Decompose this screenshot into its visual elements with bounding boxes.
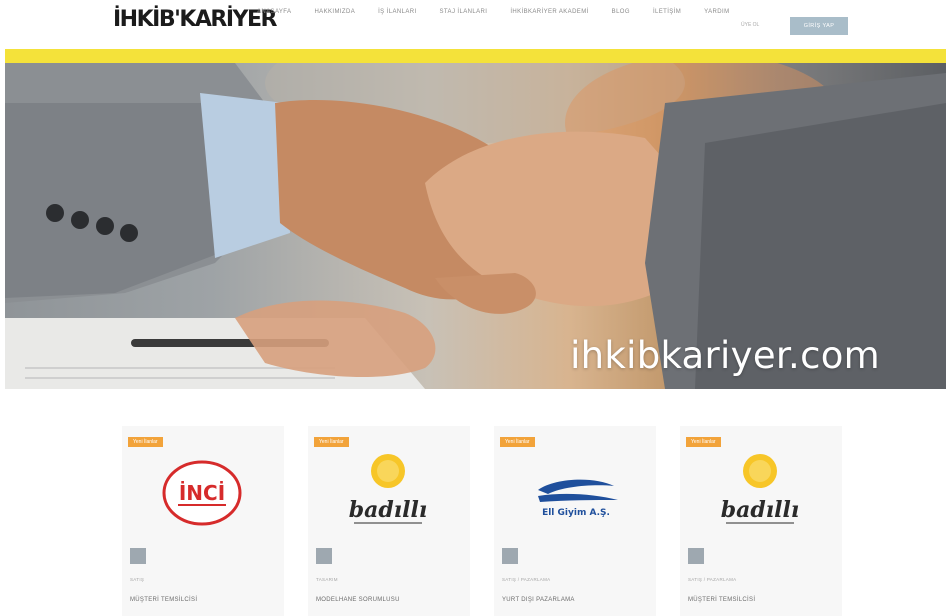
login-button[interactable]: GİRİŞ YAP bbox=[790, 17, 848, 35]
job-card[interactable]: Yeni İlanlar Ell Giyim A.Ş. SATIŞ / PAZA… bbox=[494, 426, 656, 616]
nav-item-jobs[interactable]: İŞ İLANLARI bbox=[378, 9, 416, 15]
company-logo-ell: Ell Giyim A.Ş. bbox=[538, 479, 618, 518]
job-title[interactable]: MÜŞTERİ TEMSİLCİSİ bbox=[130, 597, 197, 603]
category-square-icon bbox=[688, 548, 704, 564]
category-square-icon bbox=[316, 548, 332, 564]
nav-item-about[interactable]: HAKKIMIZDA bbox=[314, 9, 355, 15]
new-listing-badge: Yeni İlanlar bbox=[128, 437, 163, 447]
job-title[interactable]: YURT DIŞI PAZARLAMA bbox=[502, 597, 575, 603]
new-listing-badge: Yeni İlanlar bbox=[500, 437, 535, 447]
job-category: SATIŞ bbox=[130, 577, 145, 582]
job-card[interactable]: Yeni İlanlar badıllı TASARIM MODELHANE S… bbox=[308, 426, 470, 616]
company-logo-badilli: badıllı bbox=[349, 454, 427, 524]
category-square-icon bbox=[502, 548, 518, 564]
hero-caption: ihkibkariyer.com bbox=[570, 334, 880, 377]
job-card[interactable]: Yeni İlanlar İNCİ SATIŞ MÜŞTERİ TEMSİLCİ… bbox=[122, 426, 284, 616]
main-nav: ANASAYFA HAKKIMIZDA İŞ İLANLARI STAJ İLA… bbox=[257, 9, 729, 15]
job-category: SATIŞ / PAZARLAMA bbox=[688, 577, 737, 582]
site-header: İHKİB'KARİYER ANASAYFA HAKKIMIZDA İŞ İLA… bbox=[0, 0, 951, 46]
register-link[interactable]: ÜYE OL bbox=[741, 22, 759, 28]
new-listing-badge: Yeni İlanlar bbox=[314, 437, 349, 447]
accent-bar bbox=[5, 49, 946, 63]
nav-item-home[interactable]: ANASAYFA bbox=[257, 9, 291, 15]
nav-item-internships[interactable]: STAJ İLANLARI bbox=[440, 9, 488, 15]
job-card[interactable]: Yeni İlanlar badıllı SATIŞ / PAZARLAMA M… bbox=[680, 426, 842, 616]
nav-item-blog[interactable]: BLOG bbox=[612, 9, 630, 15]
job-category: SATIŞ / PAZARLAMA bbox=[502, 577, 551, 582]
new-listing-badge: Yeni İlanlar bbox=[686, 437, 721, 447]
job-category: TASARIM bbox=[316, 577, 338, 582]
company-logo-text: badıllı bbox=[349, 497, 427, 523]
job-title[interactable]: MODELHANE SORUMLUSU bbox=[316, 597, 400, 603]
hero-banner: ihkibkariyer.com bbox=[5, 63, 946, 389]
nav-item-help[interactable]: YARDIM bbox=[704, 9, 729, 15]
company-logo-inci: İNCİ bbox=[162, 460, 242, 526]
job-listings: Yeni İlanlar İNCİ SATIŞ MÜŞTERİ TEMSİLCİ… bbox=[122, 426, 842, 616]
company-logo-text: badıllı bbox=[721, 497, 799, 523]
category-square-icon bbox=[130, 548, 146, 564]
company-logo-text: İNCİ bbox=[179, 481, 225, 505]
company-logo-text: Ell Giyim A.Ş. bbox=[542, 508, 610, 518]
company-logo-badilli: badıllı bbox=[721, 454, 799, 524]
nav-item-academy[interactable]: İHKİBKARİYER AKADEMİ bbox=[510, 9, 588, 15]
job-title[interactable]: MÜŞTERİ TEMSİLCİSİ bbox=[688, 597, 755, 603]
nav-item-contact[interactable]: İLETİŞİM bbox=[653, 9, 681, 15]
site-logo[interactable]: İHKİB'KARİYER bbox=[113, 7, 277, 32]
